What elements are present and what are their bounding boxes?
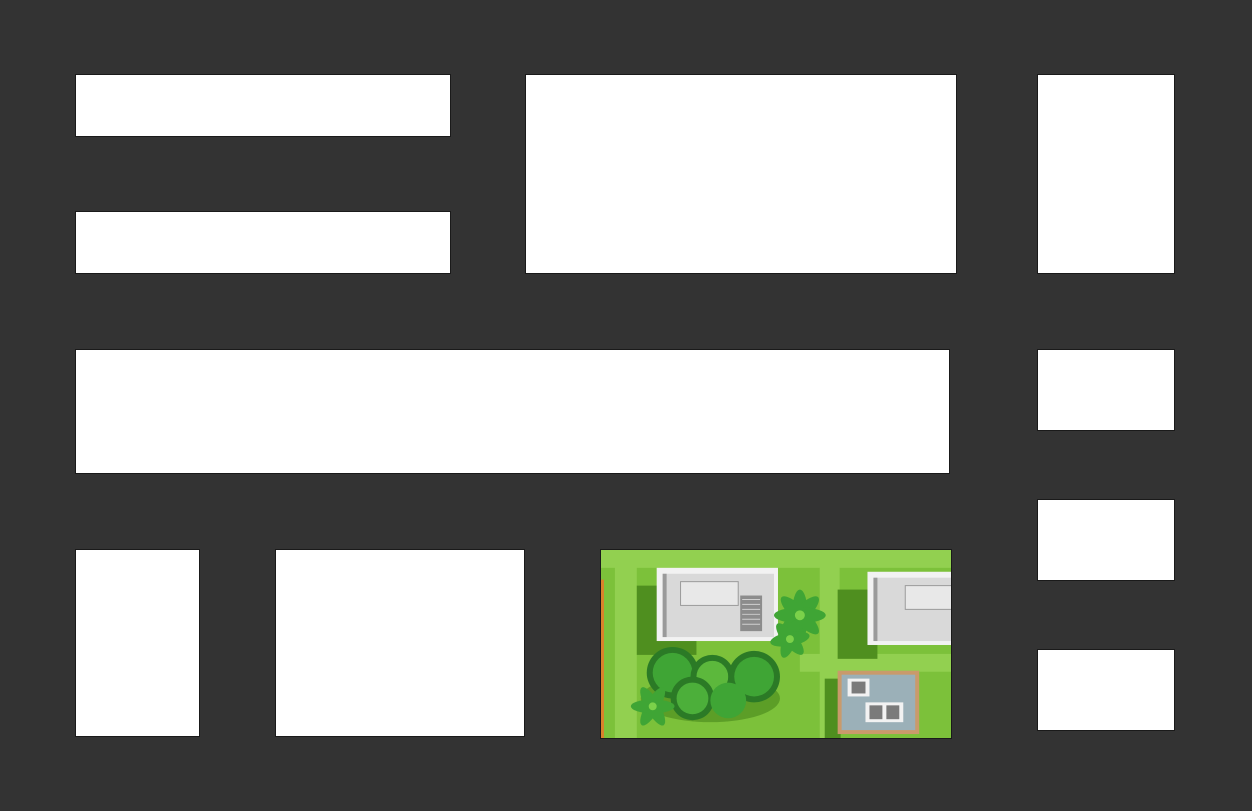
blank-panel-right-2[interactable] — [1037, 499, 1175, 581]
garden-map-illustration — [601, 550, 951, 738]
blank-panel-right-1[interactable] — [1037, 349, 1175, 431]
blank-panel-wide[interactable] — [75, 349, 950, 474]
blank-panel-bottom-left[interactable] — [75, 549, 200, 737]
blank-panel-top-left-2[interactable] — [75, 211, 451, 274]
blank-panel-right-3[interactable] — [1037, 649, 1175, 731]
blank-panel-bottom-mid[interactable] — [275, 549, 525, 737]
layout-canvas — [0, 0, 1252, 811]
garden-map-thumbnail[interactable] — [600, 549, 952, 739]
blank-panel-top-center[interactable] — [525, 74, 957, 274]
blank-panel-top-left-1[interactable] — [75, 74, 451, 137]
blank-panel-right-tall[interactable] — [1037, 74, 1175, 274]
